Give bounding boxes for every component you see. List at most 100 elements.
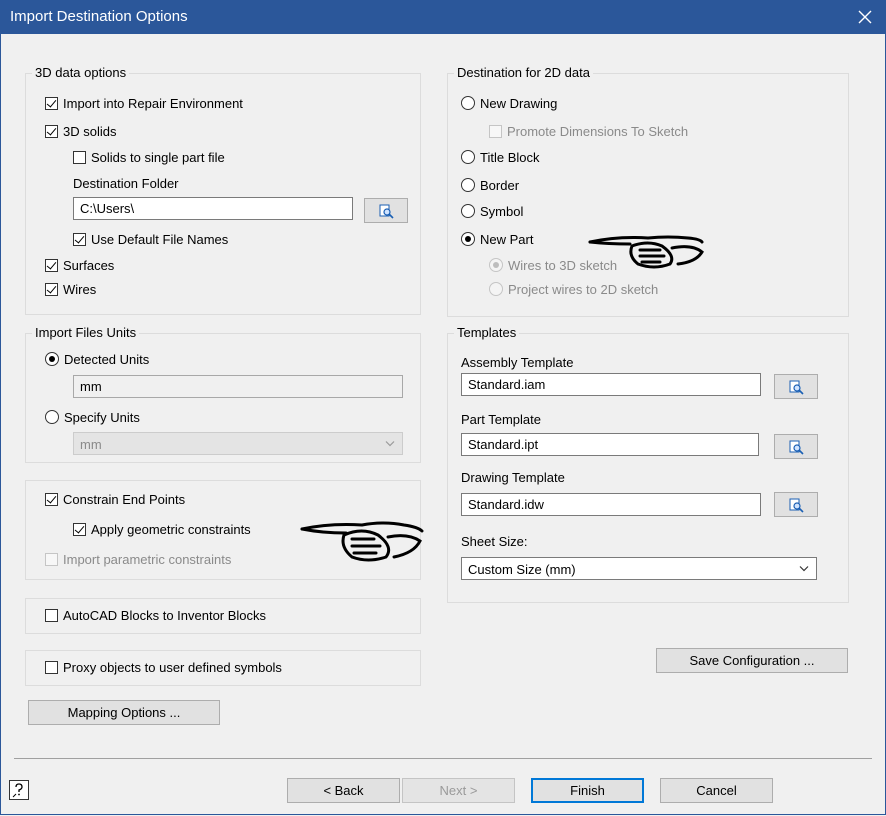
radio-circle[interactable]	[461, 204, 475, 218]
border-radio[interactable]: Border	[461, 176, 519, 194]
assembly-template-browse-button[interactable]	[774, 374, 818, 399]
back-button[interactable]: < Back	[287, 778, 400, 803]
window-title: Import Destination Options	[10, 8, 188, 25]
detected-units-field: mm	[73, 375, 403, 398]
chevron-down-icon	[385, 441, 395, 447]
apply-geometric-label: Apply geometric constraints	[91, 521, 251, 537]
radio-circle[interactable]	[45, 352, 59, 366]
proxy-objects-label: Proxy objects to user defined symbols	[63, 659, 282, 675]
checkbox-box[interactable]	[73, 150, 86, 164]
new-part-radio[interactable]: New Part	[461, 230, 533, 248]
browse-folder-icon	[789, 440, 804, 455]
checkbox-box[interactable]	[73, 522, 86, 536]
checkbox-box[interactable]	[489, 124, 502, 138]
surfaces-label: Surfaces	[63, 257, 115, 273]
group-2d-title: Destination for 2D data	[454, 65, 593, 81]
import-repair-label: Import into Repair Environment	[63, 95, 243, 111]
close-button[interactable]	[844, 0, 886, 34]
specify-units-dropdown[interactable]: mm	[73, 432, 403, 455]
solids-single-part-checkbox[interactable]: Solids to single part file	[73, 148, 225, 166]
import-repair-checkbox[interactable]: Import into Repair Environment	[45, 94, 243, 112]
surfaces-checkbox[interactable]: Surfaces	[45, 256, 114, 274]
redacted-path	[137, 202, 246, 217]
checkbox-box[interactable]	[45, 608, 58, 622]
part-template-browse-button[interactable]	[774, 434, 818, 459]
title-bar: Import Destination Options	[0, 0, 886, 34]
assembly-template-value: Standard.iam	[468, 377, 546, 392]
help-icon	[12, 783, 23, 798]
help-button[interactable]	[9, 780, 29, 800]
checkbox-box[interactable]	[45, 258, 58, 272]
save-configuration-button[interactable]: Save Configuration ...	[656, 648, 848, 673]
checkbox-box[interactable]	[45, 124, 58, 138]
import-parametric-checkbox[interactable]: Import parametric constraints	[45, 550, 231, 568]
destination-folder-value: C:\Users\	[80, 201, 135, 216]
constrain-end-points-label: Constrain End Points	[63, 491, 186, 507]
title-block-label: Title Block	[480, 149, 540, 165]
title-block-radio[interactable]: Title Block	[461, 148, 539, 166]
promote-dims-checkbox[interactable]: Promote Dimensions To Sketch	[489, 122, 688, 140]
destination-folder-field[interactable]: C:\Users\	[73, 197, 353, 220]
project-wires-2d-label: Project wires to 2D sketch	[508, 281, 659, 297]
finish-button[interactable]: Finish	[531, 778, 644, 803]
radio-circle[interactable]	[489, 282, 503, 296]
autocad-blocks-checkbox[interactable]: AutoCAD Blocks to Inventor Blocks	[45, 606, 266, 624]
units-title: Import Files Units	[32, 325, 140, 341]
autocad-blocks-label: AutoCAD Blocks to Inventor Blocks	[63, 607, 267, 623]
drawing-template-value: Standard.idw	[468, 497, 544, 512]
radio-circle[interactable]	[489, 258, 503, 272]
symbol-radio[interactable]: Symbol	[461, 202, 523, 220]
checkbox-box[interactable]	[45, 96, 58, 110]
assembly-template-label: Assembly Template	[461, 355, 574, 370]
next-button[interactable]: Next >	[402, 778, 515, 803]
new-part-label: New Part	[480, 231, 534, 247]
browse-folder-icon	[789, 498, 804, 513]
mapping-options-button[interactable]: Mapping Options ...	[28, 700, 220, 725]
solids-single-part-label: Solids to single part file	[91, 149, 225, 165]
constrain-end-points-checkbox[interactable]: Constrain End Points	[45, 490, 185, 508]
cancel-button[interactable]: Cancel	[660, 778, 773, 803]
radio-circle[interactable]	[461, 96, 475, 110]
solids-label: 3D solids	[63, 123, 117, 139]
checkbox-box[interactable]	[45, 282, 58, 296]
project-wires-2d-radio[interactable]: Project wires to 2D sketch	[489, 280, 658, 298]
part-template-field[interactable]: Standard.ipt	[461, 433, 759, 456]
apply-geometric-checkbox[interactable]: Apply geometric constraints	[73, 520, 251, 538]
drawing-template-field[interactable]: Standard.idw	[461, 493, 761, 516]
detected-units-label: Detected Units	[64, 351, 150, 367]
proxy-objects-checkbox[interactable]: Proxy objects to user defined symbols	[45, 658, 282, 676]
radio-circle[interactable]	[45, 410, 59, 424]
import-parametric-label: Import parametric constraints	[63, 551, 232, 567]
checkbox-box[interactable]	[45, 660, 58, 674]
assembly-template-field[interactable]: Standard.iam	[461, 373, 761, 396]
checkbox-box[interactable]	[73, 232, 86, 246]
specify-units-radio[interactable]: Specify Units	[45, 408, 140, 426]
new-drawing-label: New Drawing	[480, 95, 558, 111]
destination-folder-browse-button[interactable]	[364, 198, 408, 223]
drawing-template-label: Drawing Template	[461, 470, 565, 485]
detected-units-radio[interactable]: Detected Units	[45, 350, 149, 368]
checkbox-box[interactable]	[45, 492, 58, 506]
use-default-names-checkbox[interactable]: Use Default File Names	[73, 230, 228, 248]
solids-checkbox[interactable]: 3D solids	[45, 122, 116, 140]
border-label: Border	[480, 177, 520, 193]
detected-units-value: mm	[80, 379, 102, 394]
radio-circle[interactable]	[461, 178, 475, 192]
drawing-template-browse-button[interactable]	[774, 492, 818, 517]
group-3d-title: 3D data options	[32, 65, 130, 81]
browse-folder-icon	[379, 204, 394, 219]
wires-label: Wires	[63, 281, 97, 297]
chevron-down-icon	[799, 566, 809, 572]
sheet-size-dropdown[interactable]: Custom Size (mm)	[461, 557, 817, 580]
specify-units-value: mm	[80, 437, 102, 452]
use-default-names-label: Use Default File Names	[91, 231, 229, 247]
radio-circle[interactable]	[461, 232, 475, 246]
wires-checkbox[interactable]: Wires	[45, 280, 96, 298]
checkbox-box[interactable]	[45, 552, 58, 566]
radio-circle[interactable]	[461, 150, 475, 164]
footer-separator	[14, 758, 872, 759]
destination-folder-label: Destination Folder	[73, 176, 179, 191]
new-drawing-radio[interactable]: New Drawing	[461, 94, 557, 112]
specify-units-label: Specify Units	[64, 409, 140, 425]
close-icon	[858, 10, 872, 24]
